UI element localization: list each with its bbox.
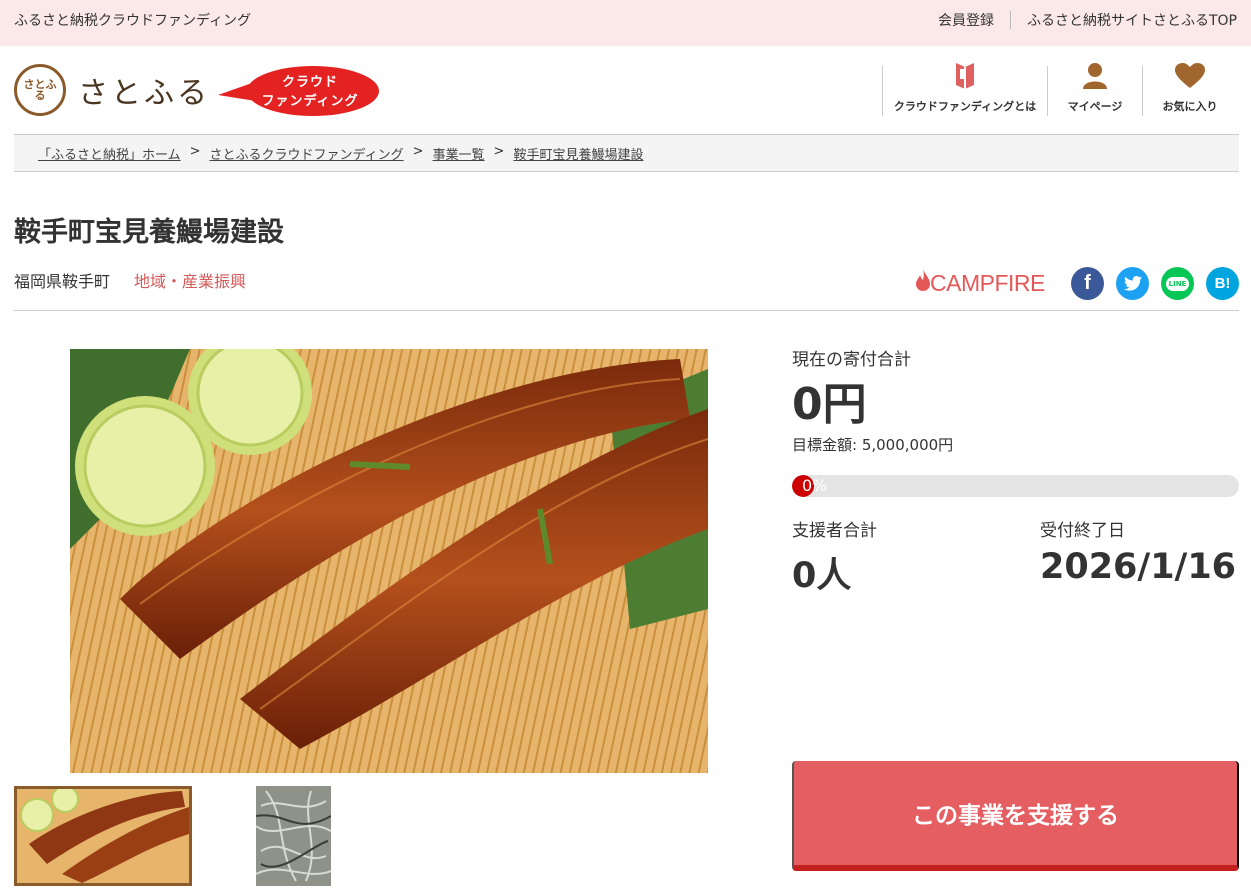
book-icon <box>954 61 976 92</box>
thumbnail-eel-image <box>17 789 189 883</box>
top-links: 会員登録 ふるさと納税サイトさとふるTOP <box>938 10 1237 30</box>
satofull-top-link[interactable]: ふるさと納税サイトさとふるTOP <box>1027 10 1237 30</box>
campfire-text: CAMPFIRE <box>930 269 1045 296</box>
deadline-label: 受付終了日 <box>1040 521 1125 541</box>
site-title: ふるさと納税クラウドファンディング <box>14 13 252 29</box>
supporters-label: 支援者合計 <box>792 521 877 541</box>
logo-seal-icon: さとふる <box>14 64 66 116</box>
header: さとふる さとふる クラウド ファンディング クラウドファンディングとは マイペ… <box>0 46 1251 134</box>
user-icon <box>1081 61 1109 92</box>
logo-text: さとふる <box>78 76 210 111</box>
nav-label: お気に入り <box>1162 100 1218 113</box>
divider <box>14 310 1239 311</box>
nav-mypage[interactable]: マイページ <box>1047 63 1142 116</box>
thumbnail-glass-eels-image <box>256 786 331 886</box>
thumbnail-glass-eels[interactable] <box>256 786 331 886</box>
total-label: 現在の寄付合計 <box>792 350 911 370</box>
breadcrumb-home[interactable]: 「ふるさと納税」ホーム <box>38 144 181 171</box>
hatena-bookmark-icon[interactable]: B! <box>1206 267 1239 300</box>
project-main-image <box>70 349 708 773</box>
badge-line-1: クラウド <box>281 75 338 90</box>
supporters-value: 0人 <box>792 556 852 596</box>
flame-icon <box>916 269 930 297</box>
breadcrumb-separator: > <box>493 144 505 159</box>
project-location: 福岡県鞍手町 <box>14 272 111 291</box>
heart-icon <box>1175 63 1205 92</box>
breadcrumb: 「ふるさと納税」ホーム > さとふるクラウドファンディング > 事業一覧 > 鞍… <box>14 134 1239 172</box>
nav-label: マイページ <box>1067 100 1123 113</box>
thumbnail-eel[interactable] <box>14 786 192 886</box>
nav-about-crowdfunding[interactable]: クラウドファンディングとは <box>882 63 1047 116</box>
project-meta: 福岡県鞍手町 地域・産業振興 <box>14 268 246 292</box>
breadcrumb-current[interactable]: 鞍手町宝見養鰻場建設 <box>513 144 643 171</box>
breadcrumb-separator: > <box>189 144 201 159</box>
line-icon[interactable]: LINE <box>1161 267 1194 300</box>
progress-bar: 0% <box>792 475 1239 497</box>
hatena-label: B! <box>1214 275 1231 292</box>
goal-amount: 目標金額: 5,000,000円 <box>792 436 954 454</box>
page-title: 鞍手町宝見養鰻場建設 <box>14 217 284 248</box>
nav-favorites[interactable]: お気に入り <box>1142 63 1237 116</box>
deadline-value: 2026/1/16 <box>1040 547 1237 587</box>
facebook-icon[interactable]: f <box>1071 267 1104 300</box>
header-nav: クラウドファンディングとは マイページ お気に入り <box>882 63 1237 116</box>
campfire-logo[interactable]: CAMPFIRE <box>916 269 1045 297</box>
breadcrumb-project-list[interactable]: 事業一覧 <box>433 144 485 171</box>
badge-line-2: ファンディング <box>261 94 359 109</box>
top-bar: ふるさと納税クラウドファンディング 会員登録 ふるさと納税サイトさとふるTOP <box>0 0 1251 46</box>
project-category[interactable]: 地域・産業振興 <box>134 268 246 292</box>
support-project-button[interactable]: この事業を支援する <box>792 761 1239 871</box>
logo[interactable]: さとふる さとふる <box>14 64 210 116</box>
twitter-icon[interactable] <box>1116 267 1149 300</box>
line-label: LINE <box>1165 276 1190 291</box>
breadcrumb-crowdfunding[interactable]: さとふるクラウドファンディング <box>210 144 404 171</box>
register-link[interactable]: 会員登録 <box>938 10 994 30</box>
divider <box>1009 11 1011 29</box>
total-value: 0円 <box>792 379 867 430</box>
progress-percent: 0% <box>802 476 828 495</box>
breadcrumb-separator: > <box>412 144 424 159</box>
nav-label: クラウドファンディングとは <box>893 100 1037 113</box>
crowdfunding-badge: クラウド ファンディング <box>218 65 380 117</box>
grilled-eel-image <box>70 349 708 773</box>
